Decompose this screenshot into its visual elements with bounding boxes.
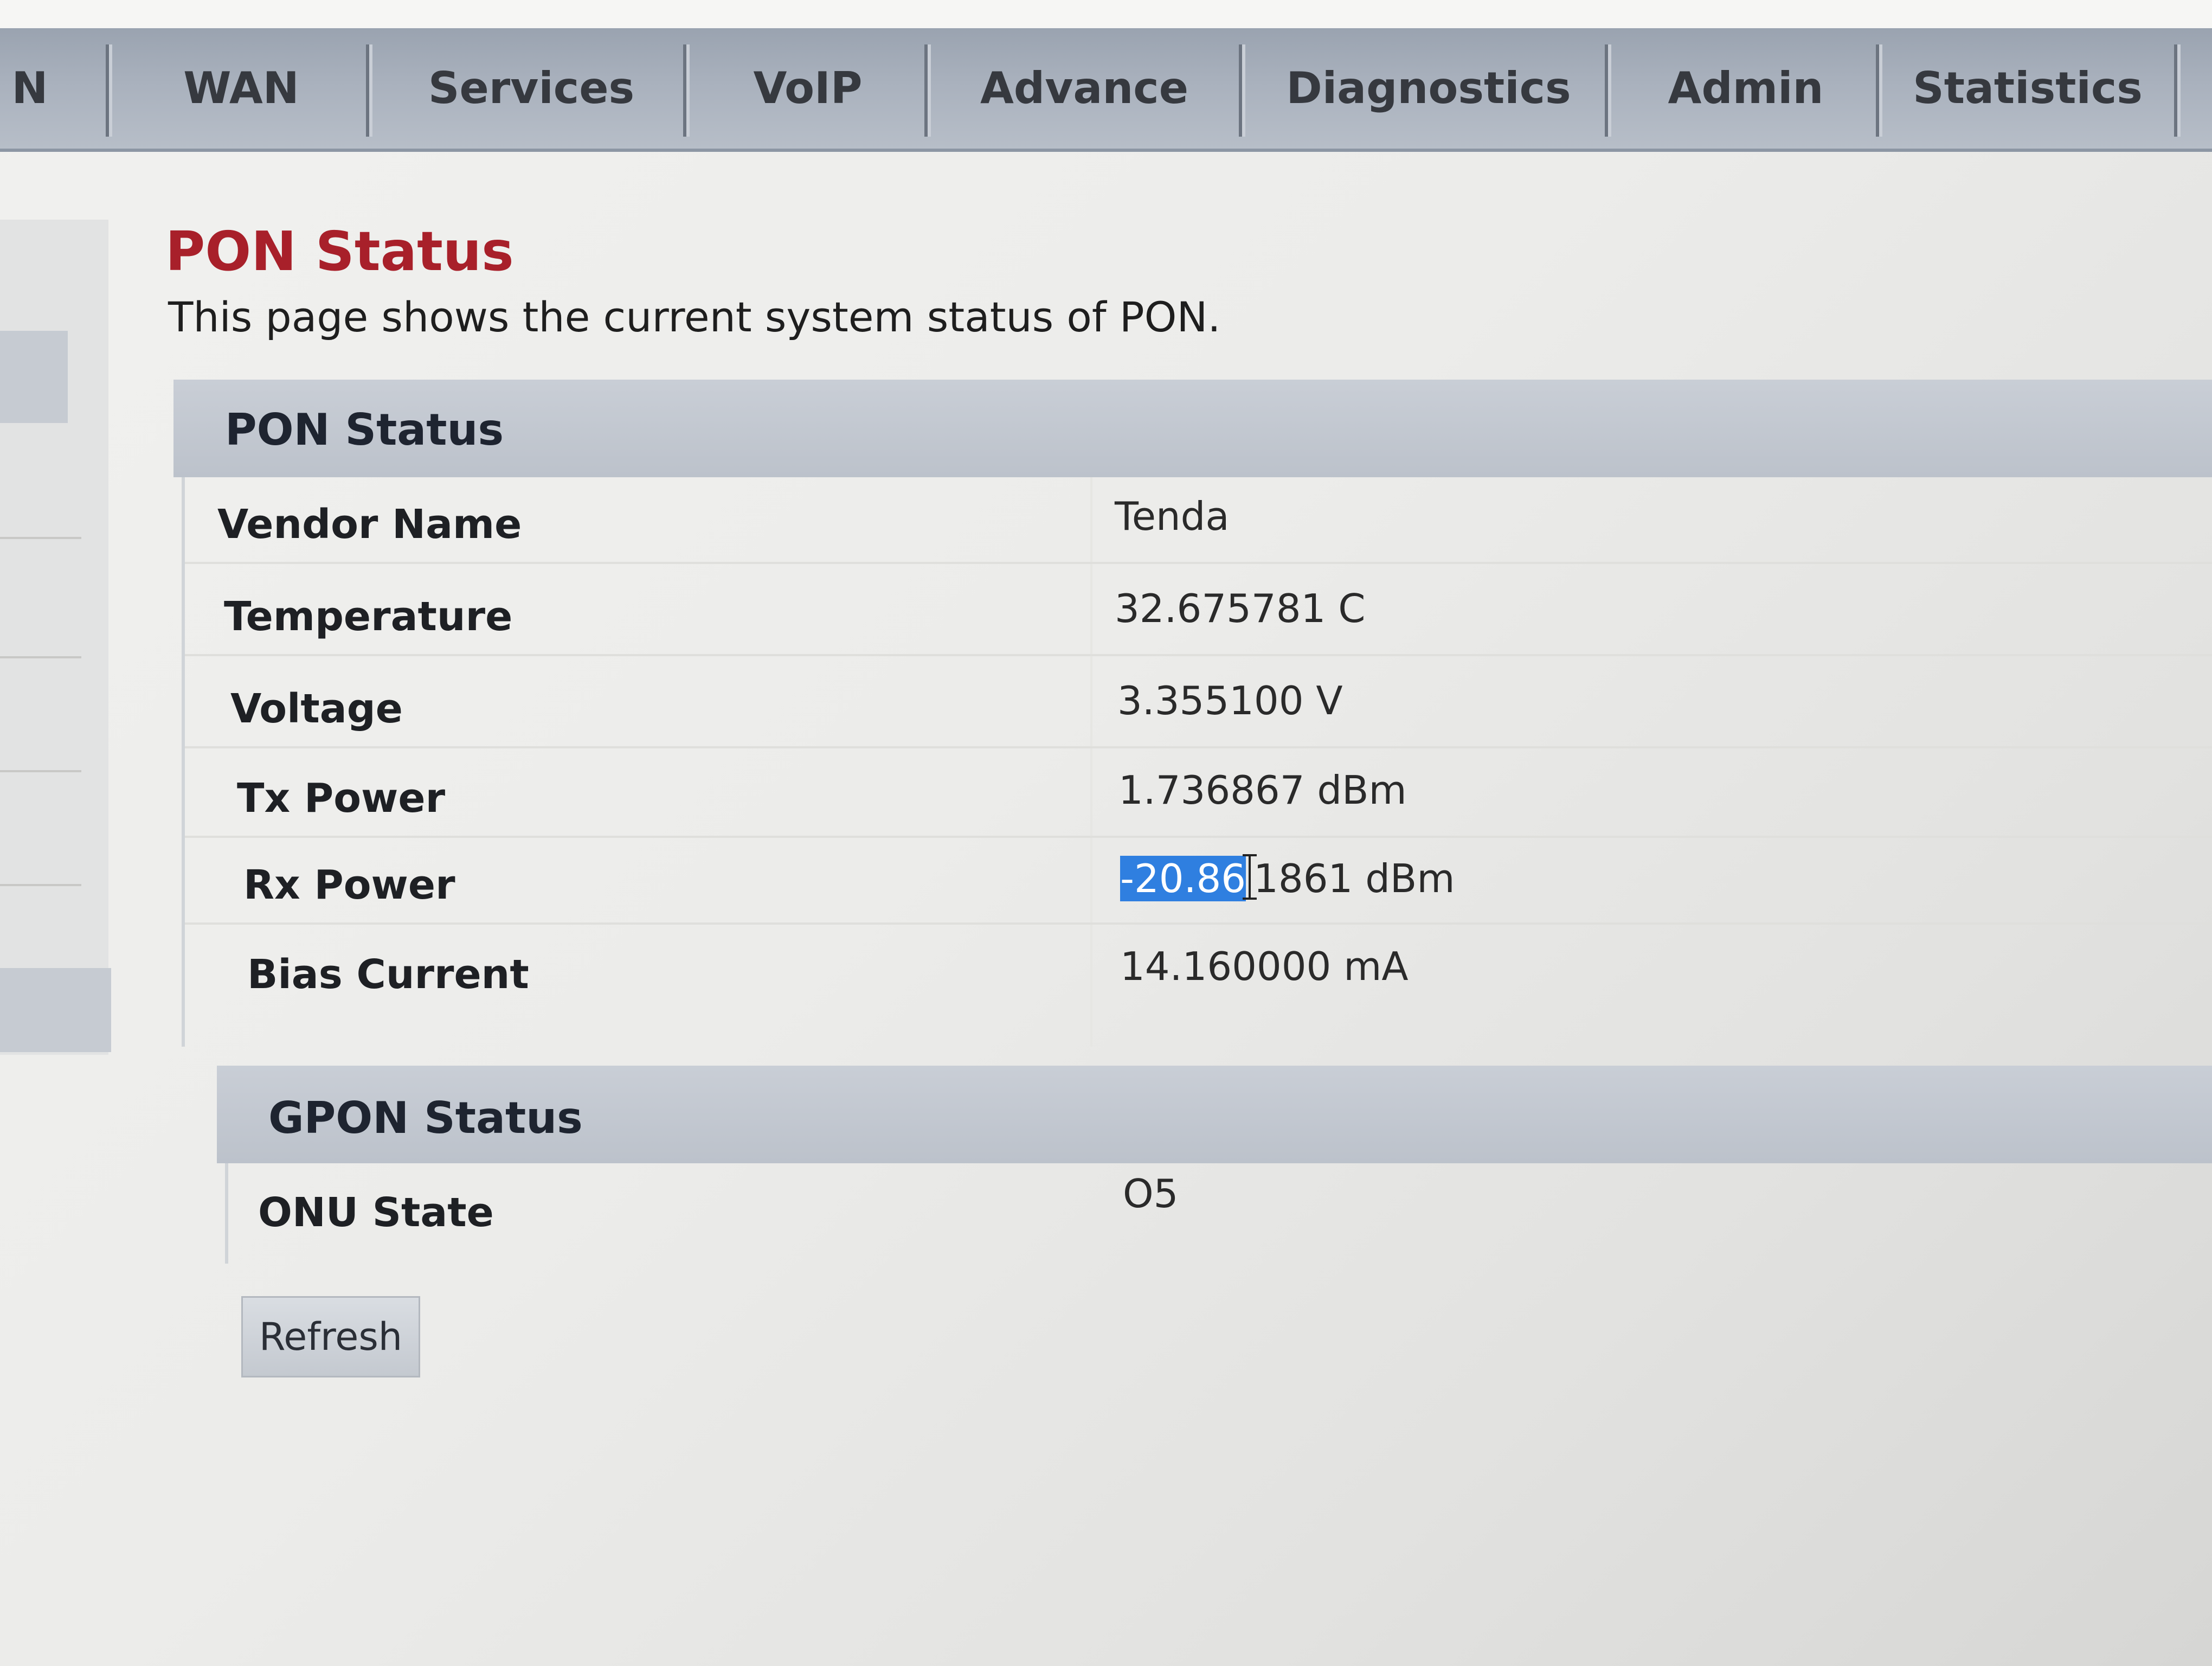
pon-status-table: Vendor Name Tenda Temperature 32.675781 …	[182, 477, 2212, 1047]
gpon-status-header-title: GPON Status	[268, 1093, 583, 1143]
row-label-bias-current: Bias Current	[247, 951, 529, 998]
row-value-voltage: 3.355100 V	[1117, 678, 1343, 723]
nav-separator	[924, 44, 928, 137]
table-row: Bias Current 14.160000 mA	[185, 927, 2212, 1014]
nav-tab-advance[interactable]: Advance	[938, 28, 1231, 149]
row-value-rx-power[interactable]: -20.86 1861 dBm	[1120, 854, 1455, 901]
sidebar-divider	[0, 884, 81, 886]
gpon-status-table: ONU State O5	[225, 1163, 2212, 1264]
table-row: Tx Power 1.736867 dBm	[185, 751, 2212, 838]
page-description: This page shows the current system statu…	[168, 293, 1221, 341]
nav-separator	[1605, 44, 1608, 137]
pon-status-header: PON Status	[173, 380, 2212, 477]
row-value-tx-power: 1.736867 dBm	[1118, 767, 1407, 813]
gpon-status-header: GPON Status	[217, 1066, 2212, 1163]
text-cursor-icon	[1243, 854, 1257, 900]
row-label-voltage: Voltage	[230, 685, 403, 732]
row-label-rx-power: Rx Power	[243, 862, 455, 908]
row-label-vendor-name: Vendor Name	[217, 501, 522, 548]
nav-tab-diagnostics[interactable]: Diagnostics	[1247, 28, 1610, 149]
nav-separator	[1876, 44, 1879, 137]
row-label-onu-state: ONU State	[258, 1189, 494, 1236]
row-value-vendor-name: Tenda	[1115, 494, 1230, 539]
table-row: Vendor Name Tenda	[185, 477, 2212, 564]
nav-separator	[1239, 44, 1242, 137]
selected-text[interactable]: -20.86	[1120, 856, 1246, 901]
nav-tab-services[interactable]: Services	[380, 28, 683, 149]
sidebar-divider	[0, 770, 81, 772]
refresh-button[interactable]: Refresh	[241, 1296, 420, 1377]
browser-top-strip	[0, 0, 2212, 28]
table-row: Temperature 32.675781 C	[185, 569, 2212, 656]
nav-tab-wan[interactable]: WAN	[127, 28, 355, 149]
nav-separator	[106, 44, 109, 137]
sidebar-item[interactable]	[0, 968, 111, 1052]
nav-separator	[2174, 44, 2177, 137]
nav-tab-voip[interactable]: VoIP	[694, 28, 922, 149]
top-navigation-bar: N WAN Services VoIP Advance Diagnostics …	[0, 28, 2212, 152]
table-row: Voltage 3.355100 V	[185, 662, 2212, 748]
sidebar-divider	[0, 656, 81, 658]
row-label-temperature: Temperature	[224, 593, 513, 640]
nav-tab-statistics[interactable]: Statistics	[1887, 28, 2169, 149]
nav-separator	[366, 44, 369, 137]
rx-power-value-rest: 1861 dBm	[1253, 856, 1455, 901]
nav-tab-lan[interactable]: N	[0, 28, 60, 149]
row-value-temperature: 32.675781 C	[1115, 586, 1366, 631]
page-title: PON Status	[165, 220, 514, 283]
pon-status-header-title: PON Status	[225, 405, 504, 455]
row-label-tx-power: Tx Power	[237, 775, 446, 822]
sidebar-active-item[interactable]	[0, 331, 68, 423]
row-value-onu-state: O5	[1123, 1171, 1179, 1216]
nav-tab-admin[interactable]: Admin	[1618, 28, 1873, 149]
table-row: Rx Power -20.86 1861 dBm	[185, 838, 2212, 925]
sidebar-divider	[0, 537, 81, 539]
table-row: ONU State O5	[228, 1163, 2212, 1261]
nav-separator	[683, 44, 686, 137]
row-value-bias-current: 14.160000 mA	[1120, 944, 1409, 989]
